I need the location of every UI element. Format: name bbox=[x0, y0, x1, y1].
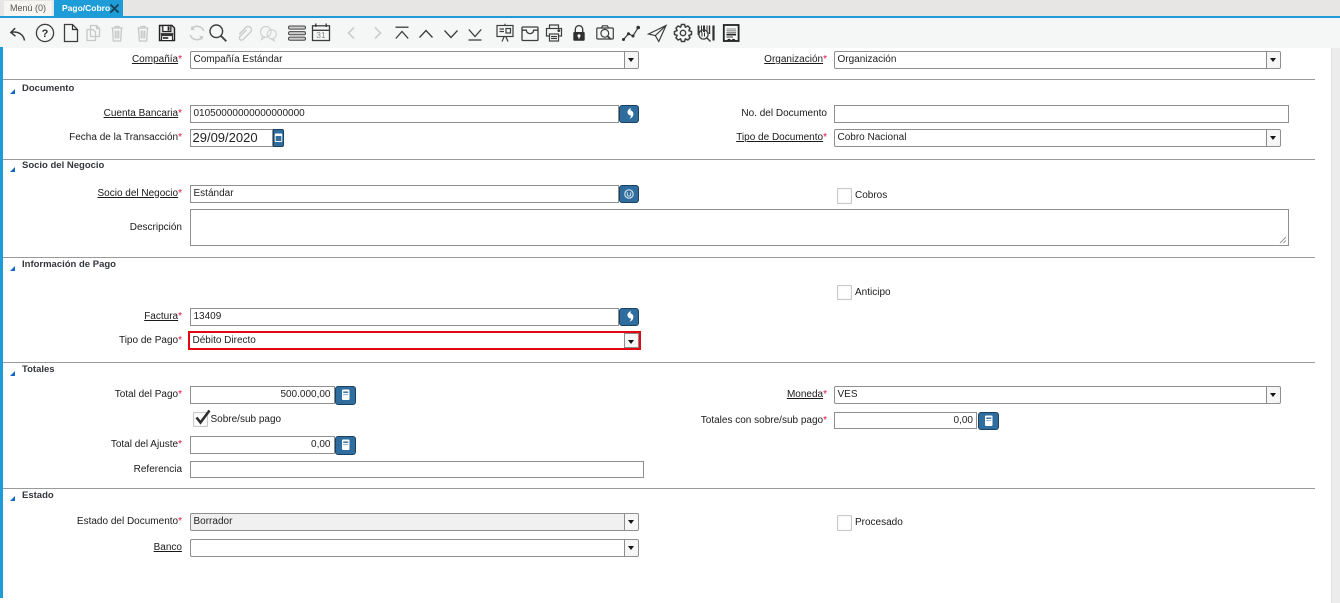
svg-text:31: 31 bbox=[316, 30, 326, 40]
svg-text:?: ? bbox=[41, 28, 48, 40]
